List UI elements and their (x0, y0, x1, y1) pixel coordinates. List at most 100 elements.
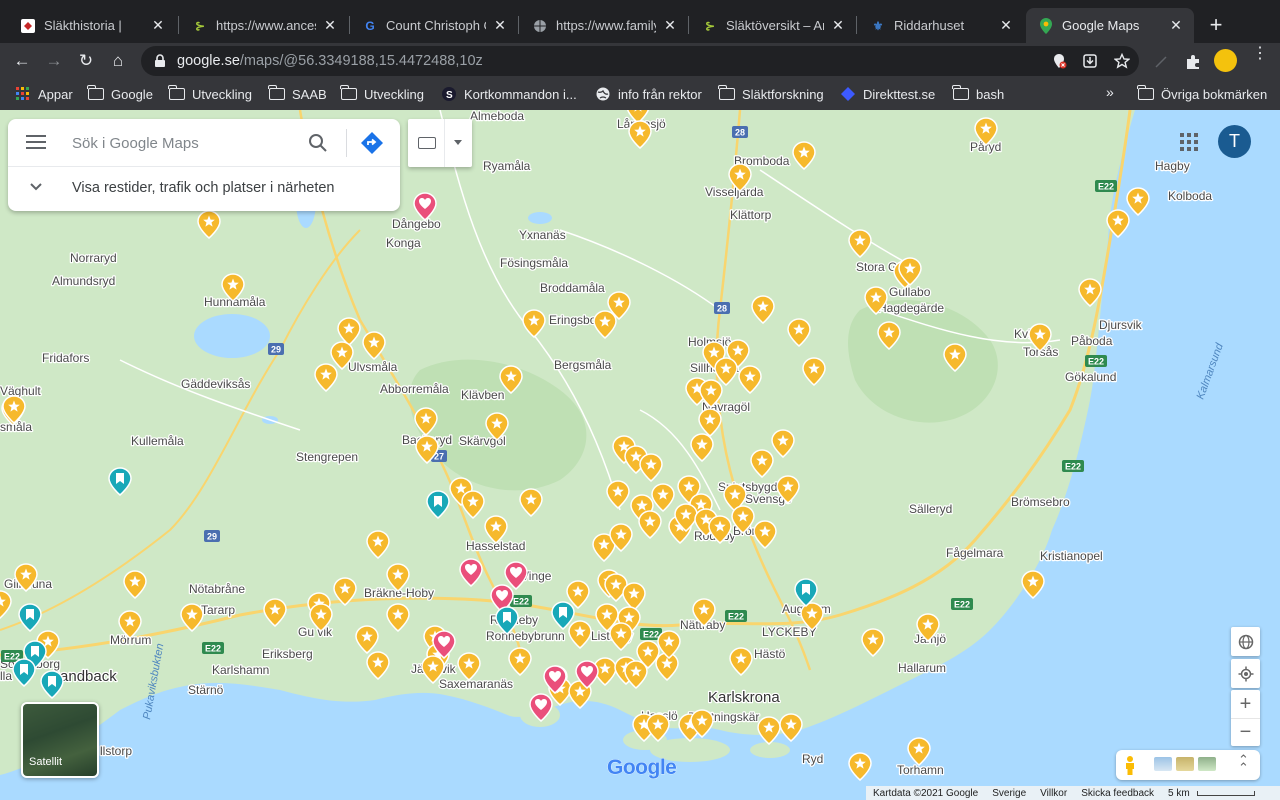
map-place-label: Gökalund (1065, 370, 1116, 384)
svg-text:E22: E22 (643, 630, 659, 640)
tab-title: https://www.family (556, 18, 656, 33)
pegman-icon[interactable] (1124, 755, 1136, 775)
map-place-label: Tararp (201, 603, 235, 617)
extensions-puzzle-icon[interactable] (1184, 53, 1202, 71)
folder-icon (87, 85, 104, 101)
extension-dash-icon[interactable] (1152, 53, 1170, 71)
map-canvas[interactable]: AlmebodaLångasjöBrombodaVisseljärdaKlätt… (0, 110, 1280, 800)
menu-icon[interactable] (26, 135, 46, 151)
url-host: google.se (177, 53, 240, 69)
google-apps-icon[interactable] (1180, 133, 1198, 151)
starred-pin[interactable] (1126, 187, 1150, 216)
slakthistoria-favicon-icon (20, 18, 36, 34)
bookmarks-overflow-button[interactable]: » (1106, 84, 1114, 100)
map-place-label: Torhamn (897, 763, 944, 777)
my-location-button[interactable] (1231, 659, 1260, 688)
close-tab-icon[interactable]: ✕ (322, 17, 338, 34)
account-avatar[interactable]: T (1218, 125, 1251, 158)
bookmark-utveckling-folder-2[interactable]: Utveckling (340, 84, 424, 104)
svg-text:E22: E22 (4, 652, 20, 662)
location-blocked-icon[interactable] (1051, 53, 1067, 69)
tab-6-active[interactable]: Google Maps ✕ (1026, 8, 1194, 43)
svg-text:29: 29 (207, 532, 217, 542)
profile-avatar[interactable] (1214, 49, 1237, 72)
close-tab-icon[interactable]: ✕ (492, 17, 508, 34)
tab-0[interactable]: Släkthistoria | ✕ (8, 8, 176, 43)
bookmark-label: Utveckling (192, 86, 252, 102)
search-panel: Visa restider, trafik och platser i närh… (8, 119, 400, 211)
terms-link[interactable]: Villkor (1040, 788, 1067, 799)
map-place-label: Ryd (802, 752, 823, 766)
bookmark-star-icon[interactable] (1114, 53, 1130, 69)
starred-pin[interactable] (907, 737, 931, 766)
map-place-label: Hästö (754, 647, 786, 661)
map-place-label: Kolboda (1168, 189, 1212, 203)
zoom-in-button[interactable]: + (1231, 690, 1260, 718)
tab-4[interactable]: ⊱ Släktöversikt – An ✕ (690, 8, 856, 43)
starred-pin[interactable] (779, 713, 803, 742)
zoom-out-button[interactable]: − (1231, 718, 1260, 746)
close-tab-icon[interactable]: ✕ (150, 17, 166, 34)
address-bar[interactable]: google.se/maps/@56.3349188,15.4472488,10… (141, 46, 1139, 76)
close-tab-icon[interactable]: ✕ (998, 17, 1014, 34)
svg-text:28: 28 (735, 128, 745, 138)
bookmark-utveckling-folder[interactable]: Utveckling (168, 84, 252, 104)
feedback-link[interactable]: Skicka feedback (1081, 788, 1154, 799)
close-tab-icon[interactable]: ✕ (830, 17, 846, 34)
folder-icon (268, 85, 285, 101)
map-place-label: llstorp (100, 744, 132, 758)
nearby-toggle[interactable]: Visa restider, trafik och platser i närh… (8, 167, 400, 211)
bookmark-google-folder[interactable]: Google (87, 84, 153, 104)
map-place-label: Kvi (1014, 327, 1031, 341)
tab-2[interactable]: G Count Christoph C ✕ (350, 8, 518, 43)
tab-1[interactable]: ⊱ https://www.ances ✕ (180, 8, 348, 43)
tab-3[interactable]: https://www.family ✕ (520, 8, 688, 43)
starred-pin[interactable] (1021, 570, 1045, 599)
bookmark-info-fran-rektor[interactable]: info från rektor (595, 84, 702, 104)
bookmark-other-folder[interactable]: Övriga bokmärken (1137, 84, 1267, 104)
bookmark-direkttest[interactable]: Direkttest.se (840, 84, 935, 104)
bookmark-kortkommandon[interactable]: S Kortkommandon i... (441, 84, 577, 104)
country-link[interactable]: Sverige (992, 788, 1026, 799)
new-tab-button[interactable]: + (1204, 14, 1228, 38)
bookmark-apps[interactable]: Appar (15, 84, 73, 104)
install-app-icon[interactable] (1082, 53, 1098, 69)
expand-layers-icon[interactable]: ⌃ ⌃ (1238, 753, 1249, 774)
s-logo-icon: S (441, 87, 457, 101)
bookmark-label: Google (111, 86, 153, 102)
back-button[interactable]: ← (8, 47, 36, 75)
map-place-label: Väghult (0, 384, 41, 398)
forward-button[interactable]: → (40, 47, 68, 75)
terrain-layer-thumb[interactable] (1176, 757, 1194, 771)
globe-view-button[interactable] (1231, 627, 1260, 656)
keyboard-icon[interactable] (418, 137, 436, 149)
tab-title: Count Christoph C (386, 18, 486, 33)
close-tab-icon[interactable]: ✕ (662, 17, 678, 34)
dropdown-arrow-icon[interactable] (454, 140, 462, 145)
map-place-label: Dångebo (392, 217, 441, 231)
tab-separator (178, 16, 179, 34)
url-text: google.se/maps/@56.3349188,15.4472488,10… (177, 53, 483, 69)
starred-pin[interactable] (848, 752, 872, 781)
directions-icon[interactable] (360, 131, 384, 155)
reload-button[interactable]: ↻ (72, 47, 100, 75)
cycling-layer-thumb[interactable] (1198, 757, 1216, 771)
search-input[interactable] (72, 131, 302, 155)
bookmark-label: Appar (38, 86, 73, 102)
browser-menu-icon[interactable]: ⋮ (1252, 46, 1268, 70)
home-button[interactable]: ⌂ (104, 47, 132, 75)
tab-5[interactable]: ⚜ Riddarhuset ✕ (858, 8, 1024, 43)
bookmark-saab-folder[interactable]: SAAB (268, 84, 327, 104)
divider (346, 129, 347, 157)
search-icon[interactable] (308, 133, 328, 153)
map-place-label: Klävben (461, 388, 504, 402)
satellite-layer-toggle[interactable]: Satellit (21, 702, 99, 778)
tab-title: Riddarhuset (894, 18, 965, 33)
close-tab-icon[interactable]: ✕ (1168, 17, 1184, 34)
bookmark-slaktforskning-folder[interactable]: Släktforskning (718, 84, 824, 104)
starred-pin[interactable] (757, 716, 781, 745)
input-tools-box[interactable] (408, 119, 472, 167)
search-row (8, 119, 400, 167)
bookmark-bash-folder[interactable]: bash (952, 84, 1004, 104)
traffic-layer-thumb[interactable] (1154, 757, 1172, 771)
